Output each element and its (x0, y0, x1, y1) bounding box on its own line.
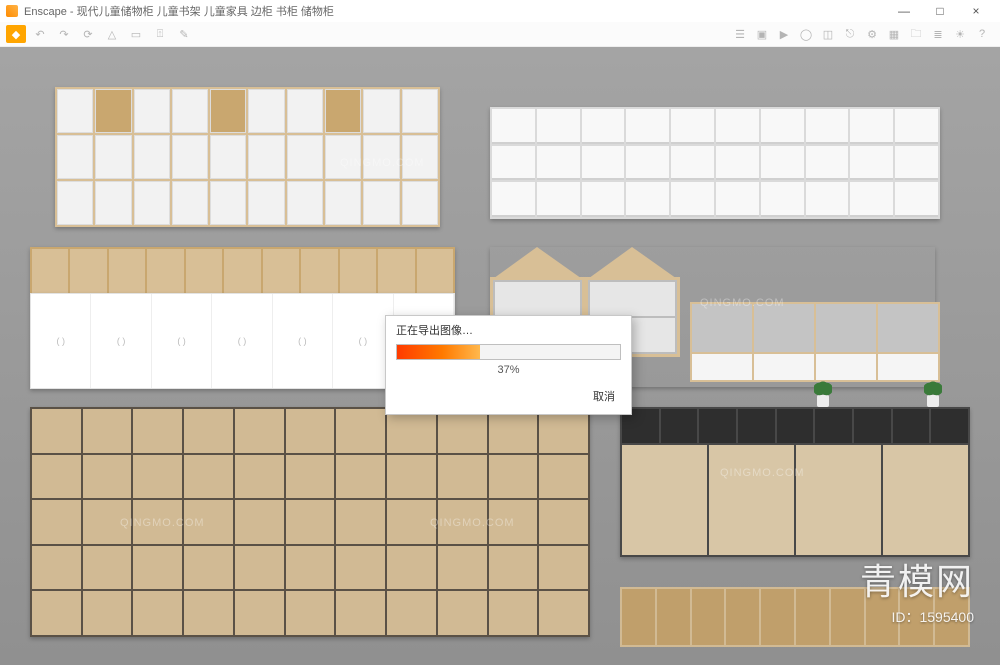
model-id-overlay: ID：1595400 (891, 607, 974, 627)
low-shelf (690, 302, 940, 382)
home-icon[interactable]: ◆ (6, 25, 26, 43)
document-title: 现代儿童储物柜 儿童书架 儿童家具 边柜 书柜 储物柜 (77, 6, 334, 18)
cancel-button[interactable]: 取消 (587, 386, 621, 406)
sync-icon[interactable]: ⟳ (78, 25, 98, 43)
app-window: Enscape - 现代儿童储物柜 儿童书架 儿童家具 边柜 书柜 储物柜 — … (0, 0, 1000, 665)
watermark-text: QINGMO.COM (700, 297, 785, 309)
watermark-text: QINGMO.COM (120, 517, 205, 529)
progress-percent-label: 37% (386, 362, 631, 382)
screenshots-folder-icon[interactable]: 🗀 (906, 25, 926, 43)
window-controls: — □ × (886, 0, 994, 22)
toolbar-right-group: ☰ ▣ ▶ ◯ ◫ ⎋ ⚙ ▦ 🗀 ≣ ☀ ? (730, 22, 992, 46)
plant-decor-icon (810, 373, 836, 407)
watermark-text: QINGMO.COM (340, 157, 425, 169)
grid-icon[interactable]: ▦ (884, 25, 904, 43)
video-icon[interactable]: ▶ (774, 25, 794, 43)
settings-icon[interactable]: ☰ (730, 25, 750, 43)
app-logo-icon (6, 5, 18, 17)
dialog-button-row: 取消 (386, 382, 631, 414)
export-progress-dialog: 正在导出图像… 37% 取消 (385, 315, 632, 415)
minimize-button[interactable]: — (886, 0, 922, 22)
folder-icon[interactable]: ▭ (126, 25, 146, 43)
gear-icon[interactable]: ⚙ (862, 25, 882, 43)
sun-icon[interactable]: ☀ (950, 25, 970, 43)
app-name: Enscape (24, 6, 67, 18)
redo-icon[interactable]: ↷ (54, 25, 74, 43)
panorama-icon[interactable]: ◯ (796, 25, 816, 43)
presets-icon[interactable]: ≣ (928, 25, 948, 43)
render-viewport[interactable]: ( )( )( )( )( )( )( ) QINGMO. (0, 47, 1000, 665)
close-button[interactable]: × (958, 0, 994, 22)
titlebar: Enscape - 现代儿童储物柜 儿童书架 儿童家具 边柜 书柜 储物柜 — … (0, 0, 1000, 22)
undo-icon[interactable]: ↶ (30, 25, 50, 43)
watermark-text: QINGMO.COM (720, 467, 805, 479)
model-icon[interactable]: △ (102, 25, 122, 43)
help-icon[interactable]: ? (972, 25, 992, 43)
window-title: Enscape - 现代儿童储物柜 儿童书架 儿童家具 边柜 书柜 储物柜 (24, 3, 886, 19)
edit-icon[interactable]: ✎ (174, 25, 194, 43)
brand-overlay: 青模网 (860, 553, 974, 605)
link-icon[interactable]: ⎋ (840, 25, 860, 43)
dialog-title: 正在导出图像… (386, 316, 631, 342)
progress-bar-fill (397, 345, 480, 359)
watermark-text: QINGMO.COM (100, 317, 185, 329)
watermark-text: QINGMO.COM (430, 517, 515, 529)
maximize-button[interactable]: □ (922, 0, 958, 22)
screenshot-icon[interactable]: ▣ (752, 25, 772, 43)
main-toolbar: ◆ ↶ ↷ ⟳ △ ▭ ⍐ ✎ ☰ ▣ ▶ ◯ ◫ ⎋ ⚙ ▦ 🗀 ≣ ☀ ? (0, 22, 1000, 47)
cabinet-top-right (490, 107, 940, 219)
vr-icon[interactable]: ◫ (818, 25, 838, 43)
storage-unit-bottom-right (620, 407, 970, 557)
progress-bar (396, 344, 621, 360)
cabinet-mid-left-shelf (30, 247, 455, 293)
export-icon[interactable]: ⍐ (150, 25, 170, 43)
plant-decor-icon (920, 373, 946, 407)
